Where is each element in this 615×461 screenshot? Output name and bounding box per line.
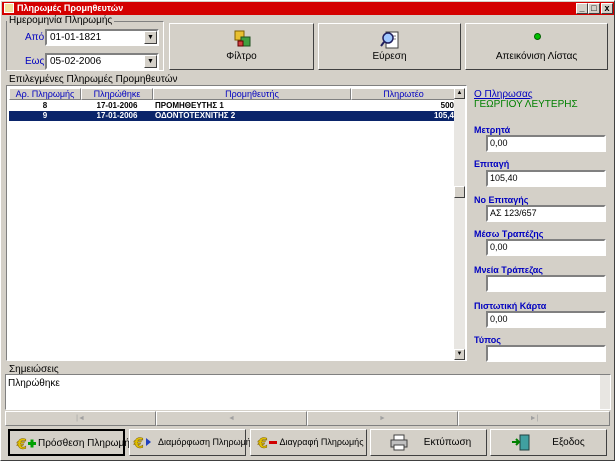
exit-button[interactable]: Εξοδος (490, 429, 607, 456)
cell-supplier: ΠΡΟΜΗΘΕΥΤΗΣ 1 (155, 101, 224, 110)
grid-vertical-scrollbar[interactable]: ▲ ▼ (454, 88, 465, 360)
from-label: Από (25, 32, 45, 43)
maximize-button[interactable]: □ (588, 3, 600, 14)
date-group-title: Ημερομηνία Πληρωμής (7, 15, 115, 26)
scroll-up-icon[interactable]: ▲ (454, 88, 465, 99)
filter-label: Φίλτρο (226, 51, 257, 62)
window-title: Πληρωμές Προμηθευτών (17, 3, 124, 13)
euro-delete-icon: € (257, 436, 277, 451)
delete-payment-button[interactable]: € Διαγραφή Πληρωμής (250, 429, 367, 456)
to-date-value: 05-02-2006 (50, 56, 102, 67)
cell-number: 8 (42, 101, 48, 110)
search-icon (380, 31, 399, 49)
grid-title: Επιλεγμένες Πληρωμές Προμηθευτών (7, 74, 180, 85)
filter-button[interactable]: Φίλτρο (169, 23, 314, 70)
svg-text:€: € (16, 437, 27, 452)
notes-scrollbar[interactable] (600, 375, 610, 409)
status-indicator-icon (534, 33, 541, 40)
bank-label: Μέσω Τραπέζης (474, 229, 544, 239)
cell-amount: 105,4 (433, 111, 454, 120)
scroll-down-icon[interactable]: ▼ (454, 349, 465, 360)
minimize-button[interactable]: _ (576, 3, 588, 14)
list-view-label: Απεικόνιση Λίστας (495, 51, 578, 62)
scroll-thumb[interactable] (454, 186, 465, 198)
chevron-down-icon[interactable]: ▼ (144, 55, 157, 68)
payer-name: ΓΕΩΡΓΙΟΥ ΛΕΥΤΕΡΗΣ (474, 99, 578, 110)
cell-amount: 500 (440, 101, 454, 110)
nav-next-button[interactable]: ► (307, 411, 458, 426)
from-date-value: 01-01-1821 (50, 32, 102, 43)
print-button[interactable]: Εκτύπωση (370, 429, 487, 456)
bank-note-label: Μνεία Τράπεζας (474, 265, 543, 275)
card-label: Πιστωτική Κάρτα (474, 301, 547, 311)
list-view-button[interactable]: Απεικόνιση Λίστας (465, 23, 608, 70)
notes-field[interactable]: Πληρώθηκε (5, 374, 611, 410)
nav-last-button[interactable]: ►| (458, 411, 610, 426)
column-header-number[interactable]: Αρ. Πληρωμής (9, 88, 81, 100)
nav-first-button[interactable]: |◄ (5, 411, 156, 426)
cheque-field[interactable]: 105,40 (486, 170, 606, 187)
table-row-selected[interactable]: 9 17-01-2006 ΟΔΟΝΤΟΤΕΧΝΙΤΗΣ 2 105,4 (9, 111, 456, 121)
edit-payment-label: Διαμόρφωση Πληρωμής (158, 437, 256, 447)
cheque-number-field[interactable]: ΑΣ 123/657 (486, 205, 606, 222)
from-date-combo[interactable]: 01-01-1821 ▼ (45, 29, 159, 46)
payments-grid[interactable]: Αρ. Πληρωμής Πληρώθηκε Προμηθευτής Πληρω… (6, 85, 467, 361)
cell-paid: 17-01-2006 (96, 101, 138, 110)
payments-window: Πληρωμές Προμηθευτών _ □ x Ημερομηνία Πλ… (0, 0, 615, 461)
exit-label: Εξοδος (552, 437, 585, 448)
app-icon (4, 3, 14, 13)
cell-paid: 17-01-2006 (96, 111, 138, 120)
svg-text:€: € (133, 436, 144, 451)
edit-payment-button[interactable]: € Διαμόρφωση Πληρωμής (129, 429, 256, 456)
cash-label: Μετρητά (474, 125, 511, 135)
bank-note-field[interactable] (486, 275, 606, 292)
print-label: Εκτύπωση (423, 437, 472, 448)
search-button[interactable]: Εύρεση (318, 23, 461, 70)
card-field[interactable]: 0,00 (486, 311, 606, 328)
to-label: Εως (25, 56, 45, 67)
table-row[interactable]: 8 17-01-2006 ΠΡΟΜΗΘΕΥΤΗΣ 1 500 (9, 101, 456, 111)
title-bar[interactable]: Πληρωμές Προμηθευτών _ □ x (2, 2, 614, 15)
nav-prev-button[interactable]: ◄ (156, 411, 307, 426)
to-date-combo[interactable]: 05-02-2006 ▼ (45, 53, 159, 70)
close-button[interactable]: x (601, 3, 613, 14)
svg-text:€: € (257, 436, 268, 451)
add-payment-label: Πρόσθεση Πληρωμής (38, 438, 135, 449)
type-field[interactable] (486, 345, 606, 362)
search-label: Εύρεση (372, 51, 407, 62)
add-payment-button[interactable]: € Πρόσθεση Πληρωμής (8, 429, 135, 456)
cheque-number-label: Νο Επιταγής (474, 195, 529, 205)
exit-door-icon (512, 434, 530, 451)
column-header-paid[interactable]: Πληρώθηκε (81, 88, 153, 100)
filter-icon (234, 30, 251, 47)
chevron-down-icon[interactable]: ▼ (144, 31, 157, 44)
column-header-amount[interactable]: Πληρωτέο (351, 88, 456, 100)
printer-icon (390, 434, 408, 451)
type-label: Τύπος (474, 335, 501, 345)
cheque-label: Επιταγή (474, 159, 510, 169)
cell-supplier: ΟΔΟΝΤΟΤΕΧΝΙΤΗΣ 2 (155, 111, 236, 120)
cash-field[interactable]: 0,00 (486, 135, 606, 152)
euro-edit-icon: € (133, 436, 151, 451)
column-header-supplier[interactable]: Προμηθευτής (153, 88, 351, 100)
euro-add-icon: € (16, 437, 36, 452)
delete-payment-label: Διαγραφή Πληρωμής (279, 437, 364, 447)
cell-number: 9 (42, 111, 48, 120)
bank-field[interactable]: 0,00 (486, 239, 606, 256)
